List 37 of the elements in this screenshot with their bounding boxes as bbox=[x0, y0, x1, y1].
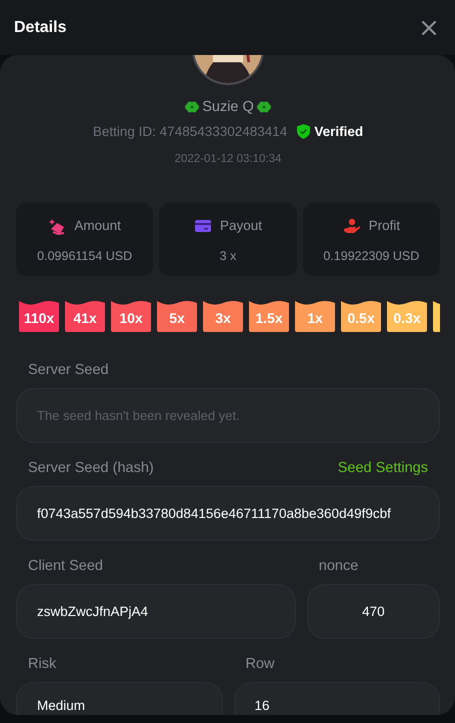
dialog-title: Details bbox=[14, 18, 66, 36]
clover-icon bbox=[184, 100, 200, 114]
input-field[interactable]: zswbZwcJfnAPjA4 bbox=[16, 584, 296, 639]
stat-value: 3 x bbox=[220, 248, 236, 262]
bet-date: 2022-01-12 03:10:34 bbox=[174, 153, 282, 165]
input-field[interactable]: 470 bbox=[306, 584, 440, 639]
input-field[interactable]: f0743a557d594b33780d84156e46711170a8be360d49f9cbf bbox=[16, 486, 440, 541]
hand-person-icon bbox=[342, 216, 361, 234]
multiplier-tile: 1x bbox=[295, 301, 335, 332]
multiplier-tile: 1.5x bbox=[249, 301, 289, 332]
multiplier-tile: 0.3x bbox=[387, 301, 427, 332]
seed-settings-link[interactable]: Seed Settings bbox=[338, 460, 428, 476]
multiplier-tile: 0.5x bbox=[341, 301, 381, 332]
field-label: Server Seed bbox=[28, 362, 109, 378]
field-label: Client Seed bbox=[28, 558, 103, 574]
multiplier-tile: 3x bbox=[203, 301, 243, 332]
clover-icon bbox=[256, 100, 272, 114]
close-icon bbox=[421, 20, 437, 36]
multiplier-tile: 5x bbox=[157, 301, 197, 332]
stat-label: Profit bbox=[368, 218, 400, 233]
shield-check-icon bbox=[297, 124, 310, 139]
stat-value: 0.19922309 USD bbox=[323, 248, 420, 262]
field-label: nonce bbox=[318, 558, 358, 574]
stat-value: 0.09961154 USD bbox=[37, 248, 132, 262]
betting-id: Betting ID: 47485433302483414 bbox=[92, 124, 288, 139]
stat-label: Amount bbox=[74, 218, 121, 233]
field-label: Server Seed (hash) bbox=[28, 460, 154, 476]
multiplier-tile: 41x bbox=[65, 301, 105, 332]
multiplier-tile: 10x bbox=[111, 301, 151, 332]
verified-label: Verified bbox=[314, 124, 364, 139]
multiplier-tile: 110x bbox=[19, 301, 59, 332]
field-label: Row bbox=[246, 656, 275, 672]
stat-label: Payout bbox=[220, 218, 262, 233]
input-field[interactable]: 16 bbox=[234, 682, 440, 715]
user-name: Suzie Q bbox=[202, 99, 254, 115]
input-field[interactable]: Medium bbox=[16, 682, 222, 715]
field-label: Risk bbox=[28, 656, 56, 672]
